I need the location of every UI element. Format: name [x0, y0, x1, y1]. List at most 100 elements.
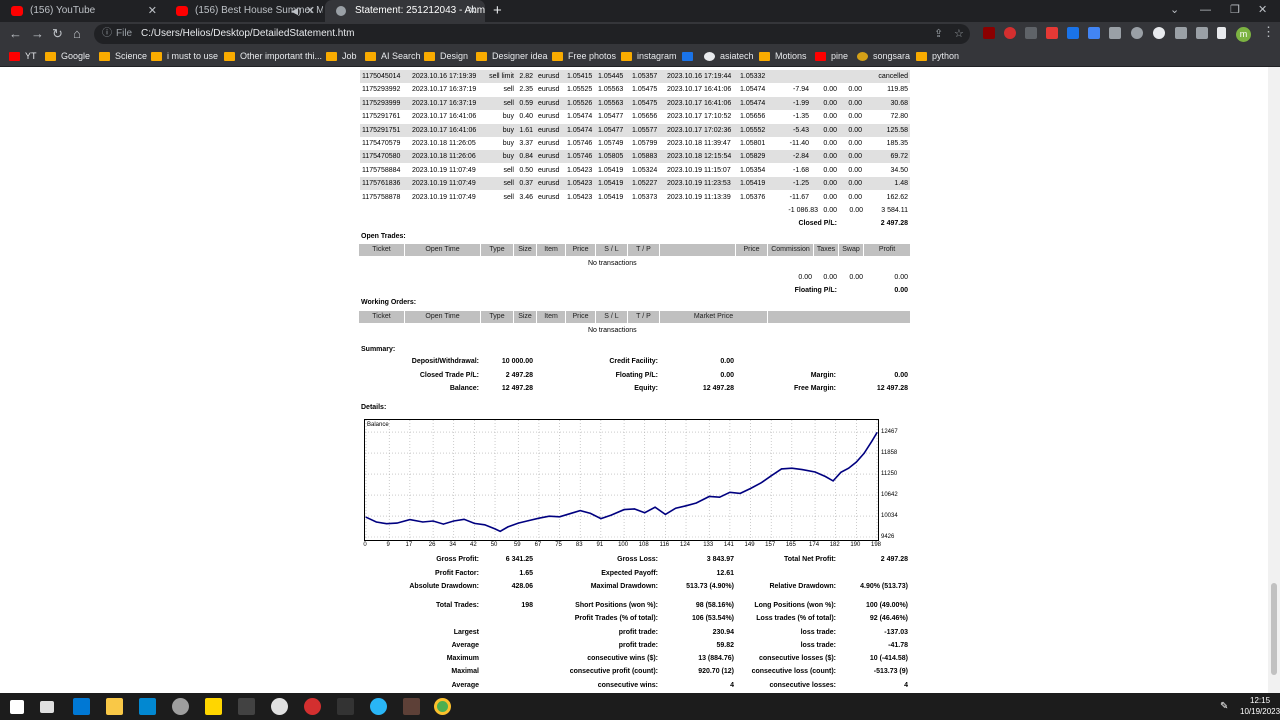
media-icon[interactable] — [1196, 27, 1208, 39]
restore-button[interactable]: ❐ — [1230, 0, 1240, 20]
new-tab-button[interactable]: + — [493, 0, 502, 21]
y-tick-label: 10642 — [881, 492, 898, 499]
table-cell: 0.00 — [848, 166, 862, 174]
folder-icon — [424, 52, 435, 61]
extension-icon[interactable] — [1088, 27, 1100, 39]
app-icon[interactable] — [403, 698, 420, 715]
col-header: Taxes — [814, 244, 839, 256]
clock-time[interactable]: 12:15 — [1250, 696, 1270, 705]
speaker-icon[interactable]: ◀) — [291, 0, 301, 22]
col-header: T / P — [628, 311, 660, 323]
home-button[interactable]: ⌂ — [73, 26, 81, 41]
extension-icon[interactable] — [1153, 27, 1165, 39]
folder-icon — [99, 52, 110, 61]
sticky-notes-icon[interactable] — [205, 698, 222, 715]
tab-youtube[interactable]: (156) YouTube ✕ — [0, 0, 165, 22]
reload-button[interactable]: ↻ — [52, 26, 63, 41]
table-cell: -1.99 — [793, 99, 809, 107]
table-row: 1175291761 2023.10.17 16:41:06 buy 0.40 euru… — [360, 110, 910, 123]
app-icon[interactable] — [271, 698, 288, 715]
address-text[interactable]: C:/Users/Helios/Desktop/DetailedStatemen… — [141, 24, 354, 44]
table-cell: eurusd — [538, 193, 560, 201]
close-icon[interactable]: ✕ — [468, 0, 477, 22]
menu-icon[interactable]: ⋮ — [1262, 24, 1275, 40]
app-icon[interactable] — [172, 698, 189, 715]
balance-point — [527, 520, 530, 522]
credit-label: Credit Facility: — [609, 358, 658, 365]
scrollbar[interactable] — [1268, 67, 1280, 693]
folder-icon — [151, 52, 162, 61]
chrome-icon[interactable] — [434, 698, 451, 715]
tradingview-icon[interactable] — [337, 698, 354, 715]
gross-profit-label: Gross Profit: — [436, 556, 479, 563]
clock-date[interactable]: 10/19/2023 — [1240, 707, 1280, 716]
telegram-icon[interactable] — [370, 698, 387, 715]
translate-icon[interactable] — [1067, 27, 1079, 39]
table-cell: 125.58 — [886, 126, 908, 134]
extension-icon[interactable] — [983, 27, 995, 39]
x-tick-label: 108 — [638, 542, 649, 548]
tab-statement[interactable]: Statement: 251212043 - Ahmad ✕ — [325, 0, 485, 22]
table-cell: 185.35 — [886, 140, 908, 147]
maximal-loss-label: consecutive loss (count): — [751, 668, 836, 675]
balance-point — [548, 515, 550, 517]
col-header: Item — [537, 244, 566, 256]
total-net-label: Total Net Profit: — [784, 556, 836, 563]
balance-point — [708, 495, 710, 498]
task-view-icon[interactable] — [40, 701, 54, 713]
tab-music[interactable]: (156) Best House Summer M ◀) ✕ — [165, 0, 323, 22]
equity-value: 12 497.28 — [702, 385, 734, 392]
extension-icon[interactable] — [1025, 27, 1037, 39]
avatar[interactable]: m — [1236, 27, 1251, 42]
globe-icon — [704, 52, 715, 61]
globe-icon — [336, 6, 346, 16]
close-icon[interactable]: ✕ — [148, 0, 157, 22]
window-close-button[interactable]: ✕ — [1258, 0, 1267, 20]
scrollbar-thumb[interactable] — [1271, 583, 1277, 675]
extension-icon[interactable] — [1131, 27, 1143, 39]
bookmark-icon — [9, 52, 20, 61]
vivaldi-icon[interactable] — [304, 698, 321, 715]
back-button[interactable]: ← — [9, 26, 22, 41]
balance-point — [695, 502, 697, 504]
extension-icon[interactable] — [1046, 27, 1058, 39]
table-cell: 1.05419 — [598, 166, 624, 174]
balance-point — [675, 507, 677, 509]
table-cell: 1.05354 — [740, 166, 766, 174]
profit-trades-value: 106 (53.54%) — [691, 615, 734, 622]
short-positions-value: 98 (58.16%) — [695, 602, 734, 609]
floating-pl-label: Floating P/L: — [794, 287, 837, 294]
file-explorer-icon[interactable] — [106, 698, 123, 715]
folder-icon — [621, 52, 632, 61]
x-tick-label: 34 — [449, 542, 457, 548]
star-icon[interactable]: ☆ — [954, 24, 964, 44]
windows-start-icon[interactable] — [10, 700, 24, 714]
table-cell: 2023.10.19 11:15:07 — [667, 166, 731, 174]
x-tick-label: 17 — [405, 542, 413, 548]
table-cell: 1.05746 — [567, 153, 593, 161]
share-icon[interactable]: ⇪ — [934, 24, 943, 44]
pen-icon[interactable]: ✎ — [1220, 701, 1228, 712]
table-cell: 0.00 — [848, 153, 862, 161]
info-icon[interactable]: ⓘ — [102, 24, 112, 44]
table-row: 1175045014 2023.10.16 17:19:39 sell limit 2… — [360, 70, 910, 83]
chevron-down-icon[interactable]: ⌄ — [1170, 0, 1179, 20]
table-cell: 1.05227 — [632, 180, 658, 188]
balance-point — [718, 496, 721, 498]
x-tick-label: 0 — [363, 542, 367, 548]
table-cell: 1175758884 — [362, 166, 401, 174]
mail-icon[interactable] — [73, 698, 90, 715]
terminal-icon[interactable] — [238, 698, 255, 715]
address-bar[interactable]: ⓘ File C:/Users/Helios/Desktop/DetailedS… — [94, 24, 970, 44]
download-icon[interactable] — [1109, 27, 1121, 39]
sidepanel-icon[interactable] — [1217, 27, 1226, 39]
gross-loss-value: 3 843.97 — [706, 556, 734, 563]
close-icon[interactable]: ✕ — [306, 0, 315, 22]
table-cell: -5.43 — [793, 126, 809, 134]
forward-button[interactable]: → — [31, 26, 44, 41]
puzzle-icon[interactable] — [1175, 27, 1187, 39]
extension-icon[interactable] — [1004, 27, 1016, 39]
skype-icon[interactable] — [139, 698, 156, 715]
table-cell: eurusd — [538, 153, 560, 161]
minimize-button[interactable]: — — [1200, 0, 1211, 20]
